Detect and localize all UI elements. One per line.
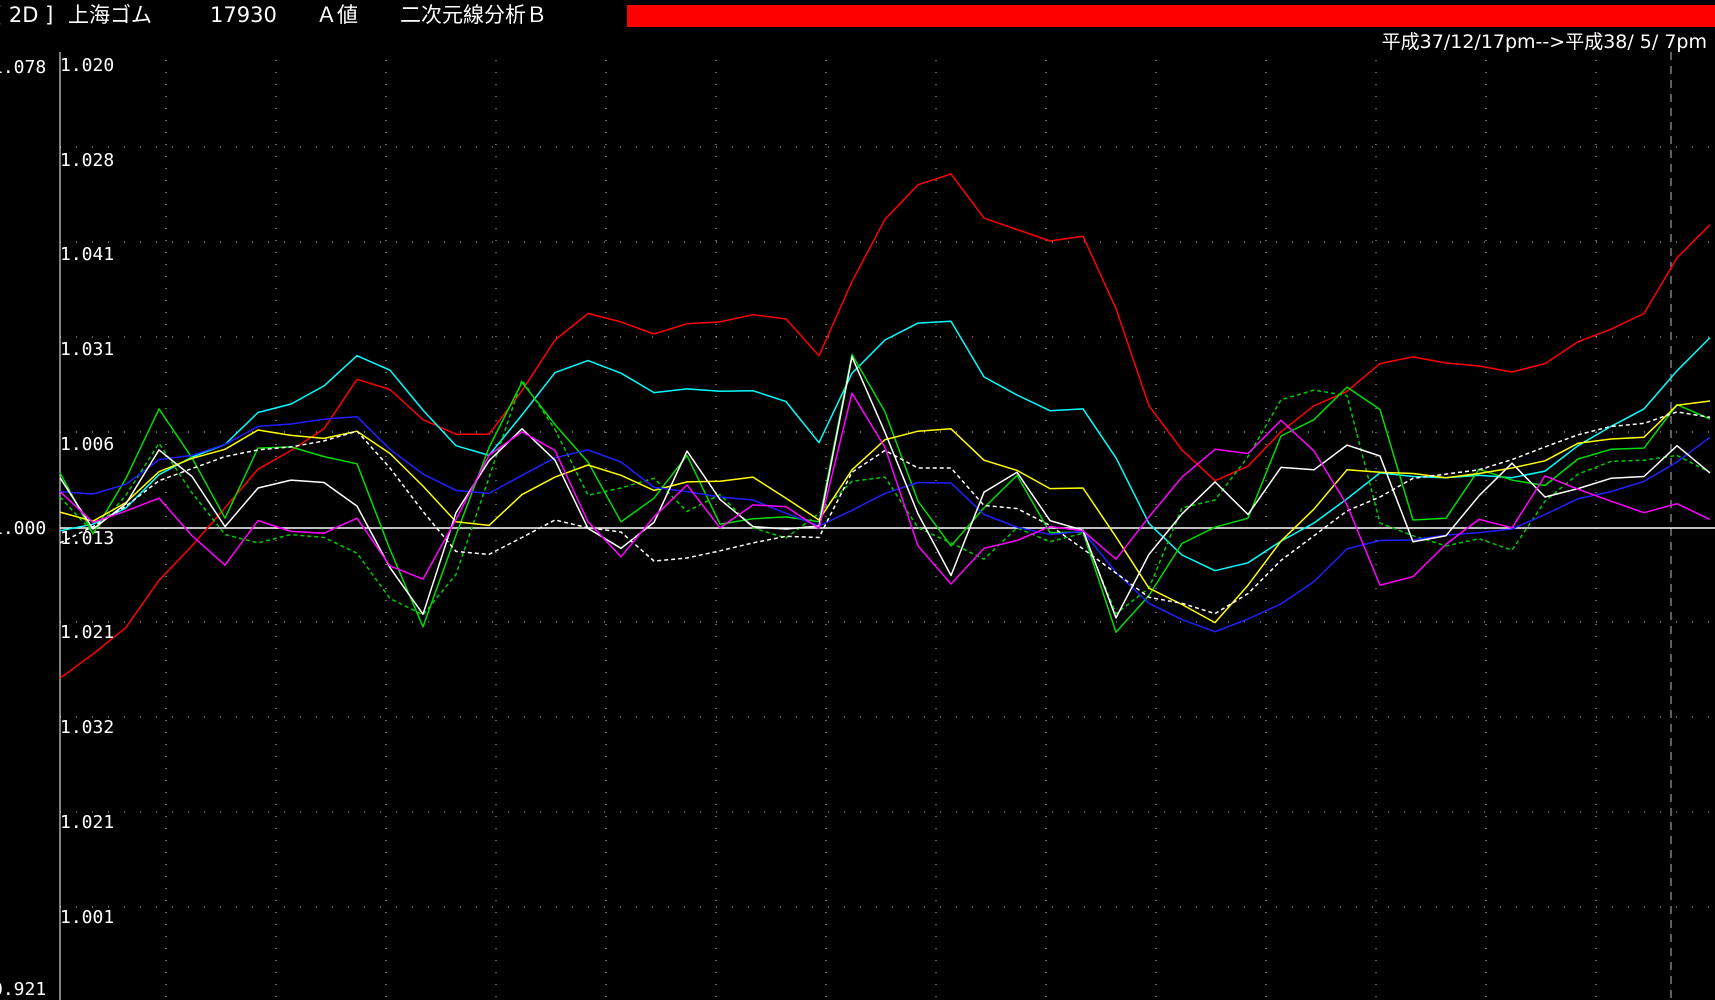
series-line-7 <box>59 411 1711 615</box>
inner-tick-1: 1.028 <box>60 150 114 171</box>
inner-tick-7: 1.032 <box>60 717 114 738</box>
series-line-0 <box>59 173 1711 679</box>
series-line-6 <box>59 356 1711 619</box>
inner-tick-8: 1.021 <box>60 812 114 833</box>
inner-tick-6: 1.021 <box>60 622 114 643</box>
outer-axis-bottom: 0.921 <box>0 979 46 1000</box>
series-line-3 <box>59 379 1711 616</box>
series-group <box>59 173 1711 679</box>
inner-tick-9: 1.001 <box>60 907 114 928</box>
inner-tick-0: 1.020 <box>60 55 114 76</box>
outer-axis-top: 1.078 <box>0 57 46 78</box>
line-chart: 1.078 1.000 0.921 1.020 1.028 1.041 1.03… <box>0 52 1715 1000</box>
axis-labels: 1.078 1.000 0.921 1.020 1.028 1.041 1.03… <box>0 55 114 1000</box>
outer-axis-mid: 1.000 <box>0 518 46 539</box>
inner-tick-2: 1.041 <box>60 244 114 265</box>
grid <box>60 52 1715 1000</box>
inner-tick-3: 1.031 <box>60 339 114 360</box>
inner-tick-5: 1.013 <box>60 528 114 549</box>
inner-tick-4: 1.006 <box>60 434 114 455</box>
